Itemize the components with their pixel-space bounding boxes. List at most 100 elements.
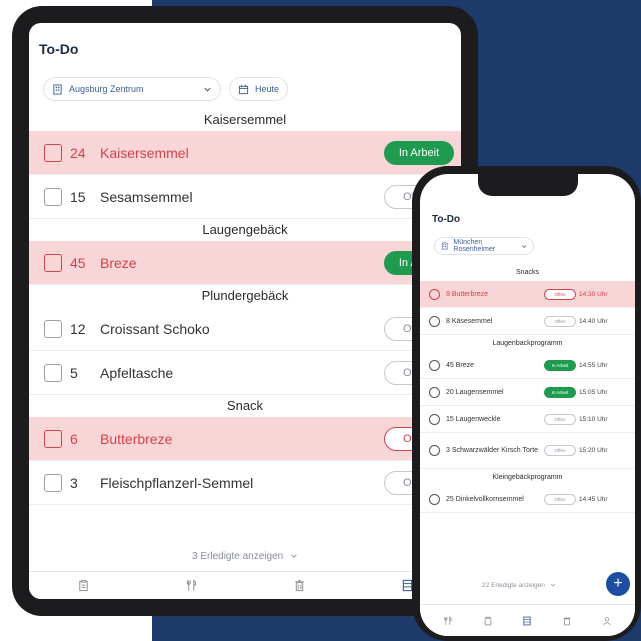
todo-list: Kaisersemmel 24 Kaisersemmel In Arbeit 15 Ses… (29, 109, 461, 505)
status-button[interactable]: In Arbeit (544, 386, 576, 398)
item-name: 45 Breze (446, 361, 475, 369)
list-item[interactable]: 15 Laugenweckle Offen 15:10 Uhr (420, 406, 635, 433)
chevron-down-icon (291, 554, 297, 559)
item-name: Breze (100, 254, 137, 271)
list-item[interactable]: 6ButterbrezeOffen (29, 417, 461, 461)
section-header: Kaisersemmel (29, 109, 461, 131)
checkbox[interactable] (44, 473, 62, 492)
list-item[interactable]: 3Fleischpflanzerl-SemmelOffen (29, 461, 461, 505)
phone-screen: To-Do München Rosenheimer Snacks 9 Butter… (420, 174, 635, 636)
radio-button[interactable] (429, 386, 440, 398)
page-title: To-Do (39, 41, 79, 57)
checkbox[interactable] (44, 429, 62, 448)
list-item[interactable]: 24 Kaisersemmel In Arbeit (29, 131, 461, 175)
section-header: Laugenbackprogramm (420, 335, 635, 352)
item-quantity: 5 (70, 364, 78, 381)
item-time: 15:05 Uhr (579, 388, 608, 396)
item-name: Sesamsemmel (100, 188, 193, 205)
item-name: Butterbreze (100, 430, 173, 447)
status-button[interactable]: Offen (544, 288, 576, 300)
status-button[interactable]: In Arbeit (544, 359, 576, 371)
item-name: 9 Butterbreze (446, 290, 489, 298)
status-button[interactable]: Offen (544, 315, 576, 327)
item-quantity: 12 (70, 320, 86, 337)
chevron-down-icon (550, 584, 555, 587)
checkbox[interactable] (44, 363, 62, 382)
item-time: 14:55 Uhr (579, 361, 608, 369)
list-item[interactable]: 45BrezeIn Arbeit (29, 241, 461, 285)
phone-show-done-label: 22 Erledigte anzeigen (482, 582, 545, 589)
list-item[interactable]: 20 Laugensemmel In Arbeit 15:05 Uhr (420, 379, 635, 406)
status-button[interactable]: Offen (544, 445, 576, 456)
status-button[interactable]: In Arbeit (384, 140, 454, 165)
phone-device: To-Do München Rosenheimer Snacks 9 Butter… (412, 166, 641, 641)
phone-todo-list: Snacks 9 Butterbreze Offen 14:30 Uhr 8 Käses… (420, 264, 635, 513)
list-item[interactable]: 25 Dinkelvollkornsemmel Offen 14:45 Uhr (420, 486, 635, 513)
tablet-screen: To-Do Augsburg Zentrum Heute Kaisersemme… (29, 23, 461, 599)
item-time: 14:40 Uhr (579, 317, 608, 325)
item-time: 15:20 Uhr (579, 447, 608, 454)
item-name: 3 Schwarzwälder Kirsch Torte (446, 447, 539, 454)
item-quantity: 6 (70, 430, 78, 447)
section-header: Plundergebäck (29, 285, 461, 307)
section-header: Snack (29, 395, 461, 417)
section-header: Snacks (420, 264, 635, 281)
stage: To-Do Augsburg Zentrum Heute Kaisersemme… (0, 0, 641, 641)
location-label: Augsburg Zentrum (69, 84, 144, 94)
location-select[interactable]: Augsburg Zentrum (43, 77, 221, 101)
clipboard-icon[interactable] (77, 579, 90, 592)
item-name: 15 Laugenweckle (446, 415, 501, 423)
checkbox[interactable] (44, 319, 62, 338)
section-header: Kleingebäckprogramm (420, 469, 635, 486)
item-quantity: 15 (70, 188, 86, 205)
building-icon (441, 242, 448, 250)
item-name: Kaisersemmel (100, 144, 189, 161)
phone-show-done-button[interactable]: 22 Erledigte anzeigen (482, 582, 556, 589)
radio-button[interactable] (429, 288, 440, 300)
item-quantity: 45 (70, 254, 86, 271)
list-item[interactable]: 5ApfeltascheOffen (29, 351, 461, 395)
date-filter-button[interactable]: Heute (229, 77, 289, 101)
phone-location-label: München Rosenheimer (453, 239, 496, 253)
status-button[interactable]: Offen (544, 493, 576, 505)
add-button[interactable]: + (606, 572, 630, 596)
checkbox[interactable] (44, 253, 62, 272)
item-name: Croissant Schoko (100, 320, 210, 337)
item-time: 14:45 Uhr (579, 495, 608, 503)
item-name: 25 Dinkelvollkornsemmel (446, 495, 524, 503)
phone-tab-bar (420, 604, 635, 636)
phone-notch (478, 174, 578, 196)
chevron-down-icon (204, 87, 211, 92)
radio-button[interactable] (429, 315, 440, 327)
radio-button[interactable] (429, 445, 440, 456)
checkbox[interactable] (44, 187, 62, 206)
list-item[interactable]: 8 Käsesemmel Offen 14:40 Uhr (420, 308, 635, 335)
user-icon[interactable] (602, 616, 612, 626)
trash-icon[interactable] (293, 579, 306, 592)
list-item[interactable]: 9 Butterbreze Offen 14:30 Uhr (420, 281, 635, 308)
item-quantity: 24 (70, 144, 86, 161)
section-header: Laugengebäck (29, 219, 461, 241)
list-item[interactable]: 45 Breze In Arbeit 14:55 Uhr (420, 352, 635, 379)
show-done-label: 3 Erledigte anzeigen (192, 551, 284, 562)
calendar-icon (238, 84, 249, 94)
list-item[interactable]: 12Croissant SchokoOffen (29, 307, 461, 351)
item-name: 20 Laugensemmel (446, 388, 504, 396)
show-done-button[interactable]: 3 Erledigte anzeigen (29, 551, 461, 562)
cutlery-icon[interactable] (443, 615, 453, 626)
list-item[interactable]: 15SesamsemmelOffen (29, 175, 461, 219)
phone-location-select[interactable]: München Rosenheimer (434, 237, 534, 255)
status-button[interactable]: Offen (544, 413, 576, 425)
radio-button[interactable] (429, 413, 440, 425)
list-item[interactable]: 3 Schwarzwälder Kirsch Torte Offen 15:20 U… (420, 433, 635, 469)
clipboard-icon[interactable] (483, 616, 493, 626)
list-icon[interactable] (522, 616, 532, 626)
checkbox[interactable] (44, 143, 62, 162)
date-filter-label: Heute (255, 84, 280, 94)
radio-button[interactable] (429, 359, 440, 371)
trash-icon[interactable] (562, 616, 572, 626)
cutlery-icon[interactable] (185, 579, 198, 592)
radio-button[interactable] (429, 493, 440, 505)
item-quantity: 3 (70, 474, 78, 491)
item-name: Fleischpflanzerl-Semmel (100, 474, 254, 491)
